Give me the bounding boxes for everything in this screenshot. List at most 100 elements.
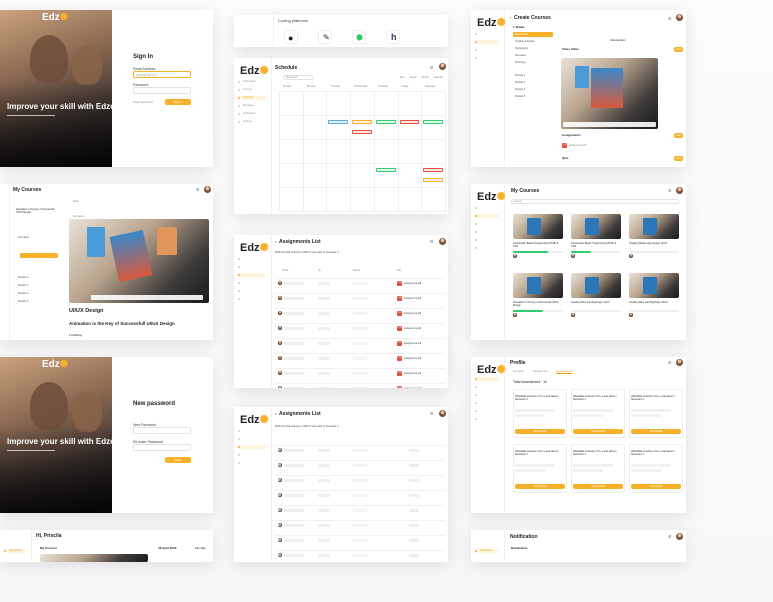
sidebar-item-dashboard[interactable]: Dashboard xyxy=(238,80,266,84)
module-item[interactable]: Module 5 xyxy=(18,300,28,303)
password-input[interactable] xyxy=(133,87,191,94)
settings-icon[interactable]: ⚙ xyxy=(668,360,672,365)
row-checkbox[interactable] xyxy=(278,493,281,496)
sidebar-item-dashboard[interactable]: Dashboard xyxy=(4,549,28,553)
calendar-event[interactable] xyxy=(423,120,443,124)
back-chevron-icon[interactable]: ‹ xyxy=(275,411,276,416)
module-item[interactable]: Typography xyxy=(513,46,553,51)
calendar-cell[interactable] xyxy=(280,92,304,116)
calendar-cell[interactable] xyxy=(422,92,446,116)
module-item[interactable]: Animation xyxy=(513,53,553,58)
add-video-button[interactable]: Add xyxy=(674,47,683,52)
row-checkbox[interactable] xyxy=(278,508,281,511)
course-thumbnail[interactable] xyxy=(513,273,563,298)
calendar-cell[interactable] xyxy=(398,164,423,188)
github-tile[interactable]: ● xyxy=(284,30,298,44)
signin-button[interactable]: Sign In xyxy=(165,99,191,105)
sidebar-item-dashboard[interactable]: Dashboard xyxy=(475,549,499,553)
user-avatar[interactable] xyxy=(204,186,211,193)
course-thumbnail[interactable] xyxy=(629,273,679,298)
add-assignment-button[interactable]: Add xyxy=(674,133,683,138)
calendar-event[interactable] xyxy=(352,120,372,124)
calendar-cell[interactable] xyxy=(327,140,352,164)
calendar-cell[interactable] xyxy=(422,188,446,212)
calendar-event[interactable] xyxy=(328,120,349,124)
view-month[interactable]: Month xyxy=(422,76,429,79)
course-card-title[interactable]: Creating Best Landing Page UI/UX xyxy=(571,301,621,304)
calendar-cell[interactable] xyxy=(303,92,328,116)
user-avatar[interactable] xyxy=(676,187,683,194)
file-name[interactable]: Assignment.pdf xyxy=(404,297,421,300)
calendar-event[interactable] xyxy=(375,120,396,124)
file-name[interactable]: Assignment.pdf xyxy=(404,387,421,389)
calendar-cell[interactable] xyxy=(280,188,304,212)
view-day[interactable]: Day xyxy=(400,76,404,79)
calendar-cell[interactable] xyxy=(374,140,399,164)
sidebar-item-messages[interactable]: Messages xyxy=(238,104,266,108)
course-card-title[interactable]: Introduction Basic Programming HTML & CS… xyxy=(571,242,621,248)
tab-assignment[interactable]: Assignment xyxy=(533,369,549,373)
settings-icon[interactable]: ⚙ xyxy=(196,187,200,192)
calendar-cell[interactable] xyxy=(327,92,352,116)
calendar-cell[interactable] xyxy=(351,164,375,188)
calendar-cell[interactable] xyxy=(303,164,328,188)
lesson-item[interactable] xyxy=(20,261,58,266)
settings-icon[interactable]: ⚙ xyxy=(430,411,434,416)
calendar-cell[interactable] xyxy=(327,164,352,188)
user-avatar[interactable] xyxy=(676,533,683,540)
row-checkbox[interactable] xyxy=(278,523,281,526)
settings-icon[interactable]: ⚙ xyxy=(668,16,672,21)
module-item[interactable]: Module 4 xyxy=(18,292,28,295)
calendar-event[interactable] xyxy=(375,168,396,172)
user-avatar[interactable] xyxy=(439,63,446,70)
view-details-button[interactable]: View Details xyxy=(573,429,623,434)
calendar-event[interactable] xyxy=(399,120,420,124)
back-chevron-icon[interactable]: ‹ xyxy=(275,239,276,244)
file-name[interactable]: Assignment.pdf xyxy=(404,372,421,375)
calendar-cell[interactable] xyxy=(374,92,399,116)
hackerrank-tile[interactable]: ⬢ xyxy=(352,30,366,44)
course-thumbnail[interactable] xyxy=(629,214,679,239)
calendar-cell[interactable] xyxy=(280,116,304,140)
file-name[interactable]: Assignment.pdf xyxy=(404,282,421,285)
course-thumbnail[interactable] xyxy=(571,273,621,298)
course-card-title[interactable]: Introduction Basic Programming HTML & CS… xyxy=(513,242,563,248)
user-avatar[interactable] xyxy=(439,238,446,245)
lesson-item[interactable] xyxy=(20,253,58,258)
file-name[interactable]: Assignment.pdf xyxy=(404,327,421,330)
calendar-cell[interactable] xyxy=(398,140,423,164)
save-password-button[interactable]: Save xyxy=(165,457,191,463)
module-item[interactable]: Prototype xyxy=(513,60,553,65)
calendar-cell[interactable] xyxy=(303,188,328,212)
calendar-event[interactable] xyxy=(423,168,443,172)
calendar-cell[interactable] xyxy=(351,140,375,164)
tab-assessment[interactable]: Assessment xyxy=(556,369,573,374)
forgot-password-link[interactable]: Forgot password? xyxy=(133,101,153,104)
new-password-input[interactable] xyxy=(133,427,191,434)
file-name[interactable]: Assignment.pdf xyxy=(404,342,421,345)
calendar-cell[interactable] xyxy=(374,188,399,212)
row-checkbox[interactable] xyxy=(278,553,281,556)
view-agenda[interactable]: Agenda xyxy=(434,76,443,79)
view-details-button[interactable]: View Details xyxy=(631,429,681,434)
settings-icon[interactable]: ⚙ xyxy=(668,188,672,193)
calendar-cell[interactable] xyxy=(351,188,375,212)
user-avatar[interactable] xyxy=(676,359,683,366)
course-thumbnail[interactable] xyxy=(571,214,621,239)
user-avatar[interactable] xyxy=(439,410,446,417)
calendar-cell[interactable] xyxy=(303,140,328,164)
editor-tile[interactable]: ✎ xyxy=(318,30,332,44)
row-checkbox[interactable] xyxy=(278,538,281,541)
lesson-item[interactable] xyxy=(20,245,58,250)
view-details-button[interactable]: View Details xyxy=(515,484,565,489)
course-video[interactable] xyxy=(69,219,209,303)
calendar-event[interactable] xyxy=(352,129,372,134)
course-thumbnail[interactable] xyxy=(513,214,563,239)
view-details-button[interactable]: View Details xyxy=(515,429,565,434)
module-item[interactable]: Variable & Design xyxy=(513,39,553,44)
module-item[interactable]: Module 2 xyxy=(18,276,28,279)
settings-icon[interactable]: ⚙ xyxy=(430,65,434,70)
sidebar-item-schedule[interactable]: Schedule xyxy=(238,96,266,100)
module-item[interactable]: Module 5 xyxy=(513,94,553,99)
user-avatar[interactable] xyxy=(676,14,683,21)
